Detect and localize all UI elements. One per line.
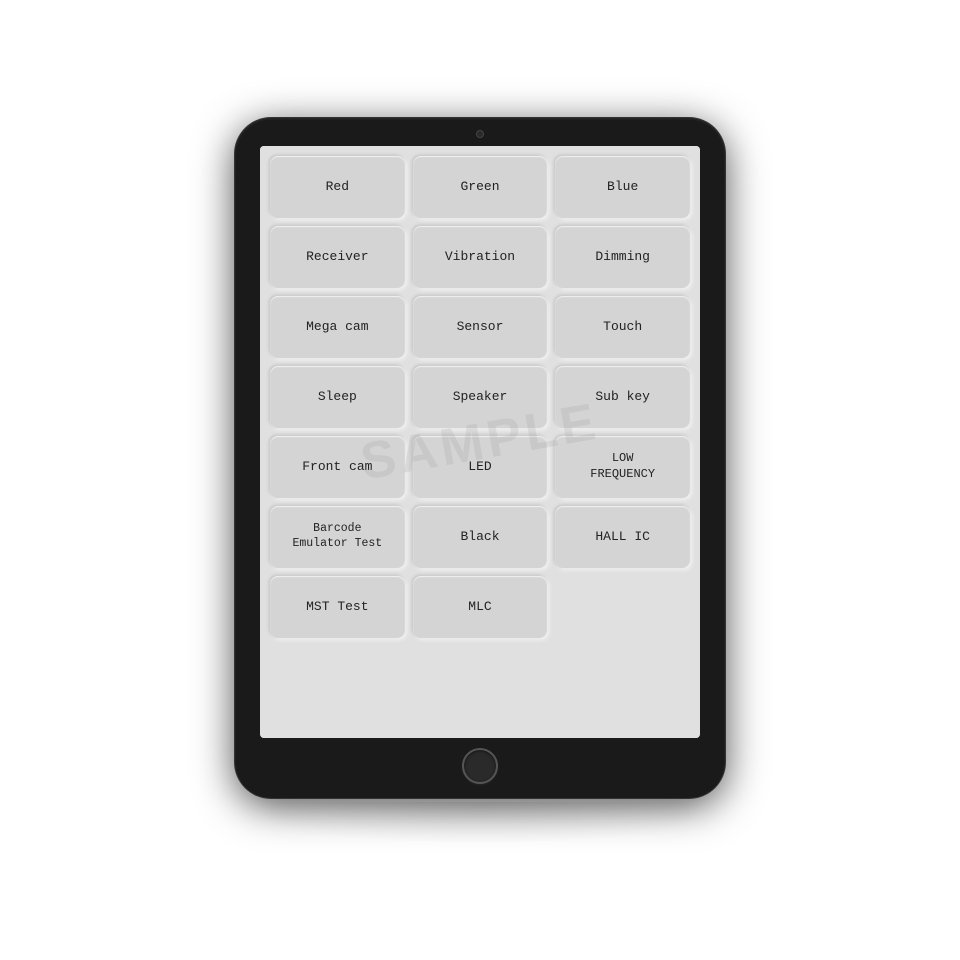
- btn-barcode-emulator-test[interactable]: BarcodeEmulator Test: [270, 506, 405, 568]
- btn-touch[interactable]: Touch: [555, 296, 690, 358]
- tablet-wrapper: SAMPLE Red Green Blue Receiver Vibration…: [235, 118, 725, 842]
- btn-sub-key[interactable]: Sub key: [555, 366, 690, 428]
- btn-vibration[interactable]: Vibration: [413, 226, 548, 288]
- btn-mst-test[interactable]: MST Test: [270, 576, 405, 638]
- btn-receiver[interactable]: Receiver: [270, 226, 405, 288]
- tablet-device: SAMPLE Red Green Blue Receiver Vibration…: [235, 118, 725, 798]
- front-camera: [476, 130, 484, 138]
- btn-dimming[interactable]: Dimming: [555, 226, 690, 288]
- btn-front-cam[interactable]: Front cam: [270, 436, 405, 498]
- btn-hall-ic[interactable]: HALL IC: [555, 506, 690, 568]
- btn-led[interactable]: LED: [413, 436, 548, 498]
- tablet-screen: SAMPLE Red Green Blue Receiver Vibration…: [260, 146, 700, 738]
- tablet-reflection: [270, 802, 690, 842]
- home-button[interactable]: [462, 748, 498, 784]
- btn-blue[interactable]: Blue: [555, 156, 690, 218]
- btn-mlc[interactable]: MLC: [413, 576, 548, 638]
- btn-red[interactable]: Red: [270, 156, 405, 218]
- btn-sleep[interactable]: Sleep: [270, 366, 405, 428]
- btn-low-frequency[interactable]: LOWFREQUENCY: [555, 436, 690, 498]
- btn-mega-cam[interactable]: Mega cam: [270, 296, 405, 358]
- btn-green[interactable]: Green: [413, 156, 548, 218]
- screen-content: SAMPLE Red Green Blue Receiver Vibration…: [260, 146, 700, 738]
- btn-sensor[interactable]: Sensor: [413, 296, 548, 358]
- btn-black[interactable]: Black: [413, 506, 548, 568]
- button-grid: Red Green Blue Receiver Vibration Dimmin…: [270, 156, 690, 638]
- btn-speaker[interactable]: Speaker: [413, 366, 548, 428]
